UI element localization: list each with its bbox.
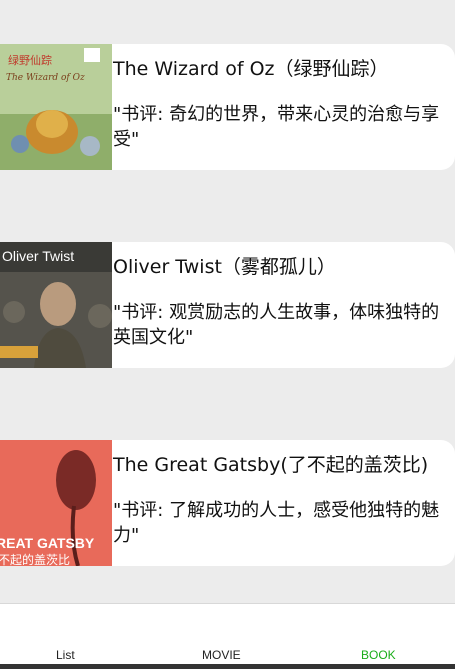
book-card-oliver-twist[interactable]: Oliver Twist Oliver Twist（雾都孤儿） "书评: 观赏励…	[0, 242, 455, 368]
book-title: The Wizard of Oz（绿野仙踪）	[113, 58, 389, 80]
book-review: "书评: 奇幻的世界，带来心灵的治愈与享受"	[113, 104, 440, 150]
tab-list[interactable]: List	[56, 648, 75, 662]
book-title: Oliver Twist（雾都孤儿）	[113, 256, 336, 278]
book-card-great-gatsby[interactable]: REAT GATSBY 不起的盖茨比 The Great Gatsby(了不起的…	[0, 440, 455, 566]
tab-book[interactable]: BOOK	[361, 648, 396, 662]
tab-movie[interactable]: MOVIE	[202, 648, 241, 662]
svg-text:绿野仙踪: 绿野仙踪	[8, 53, 52, 67]
book-card-wizard-of-oz[interactable]: 绿野仙踪 The Wizard of Oz The Wizard of Oz（绿…	[0, 44, 455, 170]
book-cover-image: Oliver Twist	[0, 242, 112, 368]
svg-text:不起的盖茨比: 不起的盖茨比	[0, 552, 70, 566]
book-cover-image: 绿野仙踪 The Wizard of Oz	[0, 44, 112, 170]
book-title: The Great Gatsby(了不起的盖茨比)	[113, 454, 429, 476]
svg-text:Oliver Twist: Oliver Twist	[2, 248, 74, 264]
svg-text:The Wizard of Oz: The Wizard of Oz	[6, 73, 85, 83]
book-cover-image: REAT GATSBY 不起的盖茨比	[0, 440, 112, 566]
system-navigation-bar	[0, 664, 455, 669]
book-review: "书评: 了解成功的人士，感受他独特的魅力"	[113, 500, 440, 546]
svg-text:REAT GATSBY: REAT GATSBY	[0, 535, 95, 551]
book-review: "书评: 观赏励志的人生故事，体味独特的英国文化"	[113, 302, 440, 348]
bottom-tab-bar: List MOVIE BOOK	[0, 603, 455, 666]
